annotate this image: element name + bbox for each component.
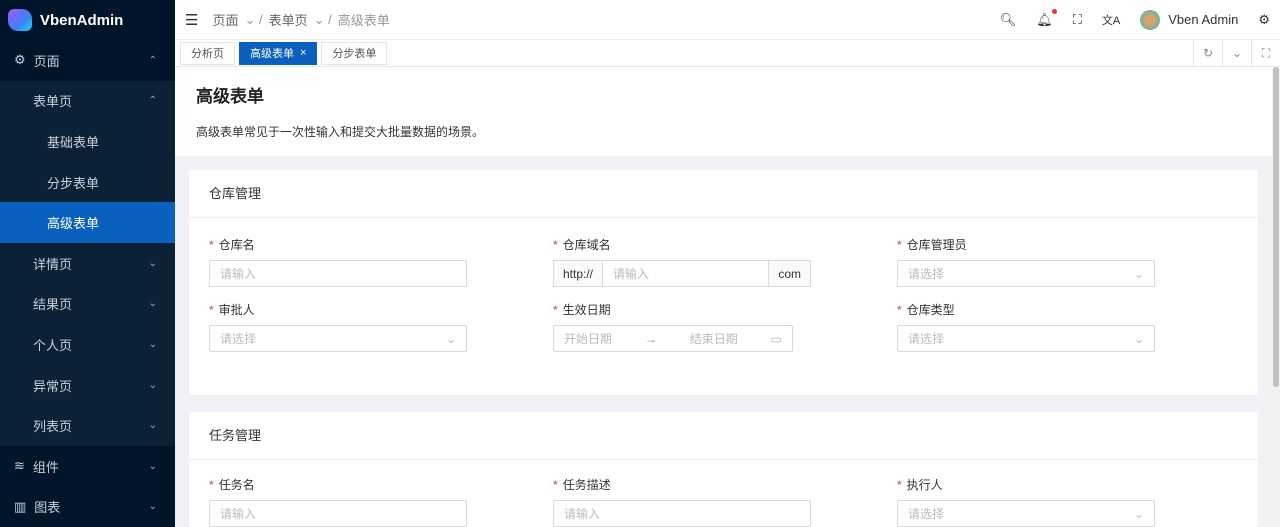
- user-dropdown[interactable]: Vben Admin: [1140, 9, 1239, 30]
- sidebar-item-exception[interactable]: 异常页 ⌄: [0, 365, 175, 406]
- search-icon[interactable]: 🔍︎: [1000, 12, 1017, 28]
- chevron-down-icon: ⌄: [1133, 331, 1144, 346]
- sidebar: VbenAdmin ⚙ 页面 ⌃ 表单页 ⌃ 基础表单 分步表单 高级表单 详情页 ⌄ …: [0, 0, 175, 527]
- tab-analysis[interactable]: 分析页: [180, 41, 235, 65]
- task-card: 任务管理 * 任务名 请输入 * 任务描述 请输入 * 执行人 请选择 ⌄: [189, 412, 1258, 527]
- label: 图表: [34, 500, 61, 516]
- sidebar-item-charts[interactable]: ▥ 图表 ⌄: [0, 487, 175, 527]
- warehouse-domain-input[interactable]: http://请输入 com: [553, 260, 811, 287]
- breadcrumb-item[interactable]: 表单页: [269, 10, 308, 29]
- label: 个人页: [33, 337, 73, 353]
- logo-icon: [8, 9, 32, 31]
- task-description-input[interactable]: 请输入: [553, 500, 811, 527]
- label: 页面: [33, 53, 60, 69]
- chevron-down-icon: ⌄: [1133, 266, 1144, 281]
- sidebar-item-result[interactable]: 结果页 ⌄: [0, 284, 175, 325]
- logo[interactable]: VbenAdmin: [0, 0, 175, 40]
- chevron-down-icon: ⌄: [148, 420, 157, 432]
- chevron-down-icon: ⌄: [148, 257, 157, 269]
- page-icon: ⚙: [14, 52, 26, 68]
- executor-select[interactable]: 请选择 ⌄: [897, 500, 1155, 527]
- app-name: VbenAdmin: [40, 11, 124, 29]
- label: 表单页: [33, 94, 73, 110]
- domain-input[interactable]: 请输入: [603, 260, 769, 287]
- date-range-picker[interactable]: 开始日期 → 结束日期 ▭: [553, 325, 793, 352]
- sidebar-item-list[interactable]: 列表页 ⌄: [0, 405, 175, 446]
- breadcrumb: 页面 ⌄ / 表单页 ⌄ / 高级表单: [212, 10, 390, 29]
- user-name: Vben Admin: [1168, 12, 1239, 27]
- header: ☰ 页面 ⌄ / 表单页 ⌄ / 高级表单 🔍︎ 🔔︎ ⛶ 文A Vben Admi…: [175, 0, 1280, 40]
- bell-icon[interactable]: 🔔︎: [1036, 8, 1057, 28]
- chevron-down-icon: ⌄: [445, 331, 456, 346]
- label: 基础表单: [47, 134, 100, 150]
- label: 结果页: [33, 297, 73, 313]
- card-title: 仓库管理: [189, 170, 1258, 218]
- task-name-input[interactable]: 请输入: [209, 500, 467, 527]
- chevron-up-icon: ⌃: [148, 54, 157, 66]
- chevron-down-icon: ⌄: [148, 338, 157, 350]
- tab-label: 分析页: [191, 48, 224, 60]
- sidebar-item-detail[interactable]: 详情页 ⌄: [0, 243, 175, 284]
- tab-step-form[interactable]: 分步表单: [321, 41, 388, 65]
- label: 列表页: [33, 419, 73, 435]
- close-icon[interactable]: ×: [300, 47, 306, 59]
- sidebar-item-step-form[interactable]: 分步表单: [0, 162, 175, 203]
- prefix: http://: [553, 260, 604, 287]
- chevron-down-icon[interactable]: ⌄: [1222, 39, 1251, 67]
- sidebar-item-advanced-form[interactable]: 高级表单: [0, 202, 175, 243]
- fullscreen-icon[interactable]: ⛶: [1073, 12, 1082, 28]
- gear-icon[interactable]: ⚙: [1258, 12, 1270, 28]
- chevron-up-icon: ⌃: [148, 95, 157, 107]
- field-label: 生效日期: [562, 303, 611, 317]
- field-label: 仓库名: [218, 238, 255, 252]
- page-title: 高级表单: [196, 87, 264, 106]
- refresh-icon[interactable]: ↻: [1193, 39, 1222, 67]
- label: 异常页: [33, 378, 73, 394]
- translate-icon[interactable]: 文A: [1102, 12, 1120, 28]
- content: 高级表单 高级表单常见于一次性输入和提交大批量数据的场景。 仓库管理 * 仓库名请…: [175, 67, 1272, 527]
- component-icon: ≋: [14, 458, 25, 474]
- chart-icon: ▥: [14, 498, 27, 514]
- sidebar-item-account[interactable]: 个人页 ⌄: [0, 324, 175, 365]
- breadcrumb-item[interactable]: 页面: [212, 10, 238, 29]
- sidebar-item-forms[interactable]: 表单页 ⌃: [0, 81, 175, 122]
- sidebar-item-basic-form[interactable]: 基础表单: [0, 121, 175, 162]
- chevron-down-icon: ⌄: [148, 298, 157, 310]
- warehouse-admin-select[interactable]: 请选择 ⌄: [897, 260, 1155, 287]
- label: 分步表单: [47, 175, 100, 191]
- label: 组件: [32, 459, 59, 475]
- approver-select[interactable]: 请选择 ⌄: [209, 325, 467, 352]
- calendar-icon: ▭: [770, 331, 782, 346]
- page-description: 高级表单常见于一次性输入和提交大批量数据的场景。: [196, 125, 485, 139]
- chevron-down-icon: ⌄: [148, 501, 157, 513]
- field-label: 执行人: [906, 478, 943, 492]
- card-title: 任务管理: [189, 412, 1258, 460]
- tab-label: 高级表单: [250, 48, 294, 60]
- warehouse-card: 仓库管理 * 仓库名 请输入 * 仓库域名 http://请输入 com * 仓库管理员 请选…: [189, 170, 1258, 395]
- sidebar-item-pages[interactable]: ⚙ 页面 ⌃: [0, 40, 175, 81]
- avatar: [1140, 9, 1161, 30]
- expand-icon[interactable]: ⛶: [1251, 39, 1280, 67]
- field-label: 仓库类型: [906, 303, 955, 317]
- warehouse-name-input[interactable]: 请输入: [209, 260, 467, 287]
- breadcrumb-item: 高级表单: [337, 13, 390, 28]
- field-label: 任务名: [218, 478, 255, 492]
- label: 详情页: [33, 256, 73, 272]
- field-label: 审批人: [218, 303, 255, 317]
- warehouse-type-select[interactable]: 请选择 ⌄: [897, 325, 1155, 352]
- field-label: 任务描述: [562, 478, 611, 492]
- label: 高级表单: [47, 216, 100, 232]
- chevron-down-icon: ⌄: [1133, 506, 1144, 521]
- field-label: 仓库管理员: [906, 238, 967, 252]
- tab-bar: 分析页 高级表单 × 分步表单 ↻ ⌄ ⛶: [175, 39, 1280, 67]
- scrollbar[interactable]: [1272, 67, 1280, 527]
- sidebar-item-components[interactable]: ≋ 组件 ⌄: [0, 446, 175, 487]
- tab-label: 分步表单: [332, 48, 377, 60]
- tab-advanced-form[interactable]: 高级表单 ×: [239, 41, 318, 65]
- chevron-down-icon: ⌄: [148, 379, 157, 391]
- suffix: com: [768, 260, 811, 287]
- field-label: 仓库域名: [562, 238, 611, 252]
- menu-fold-icon[interactable]: ☰: [185, 11, 198, 29]
- chevron-down-icon: ⌄: [148, 460, 157, 472]
